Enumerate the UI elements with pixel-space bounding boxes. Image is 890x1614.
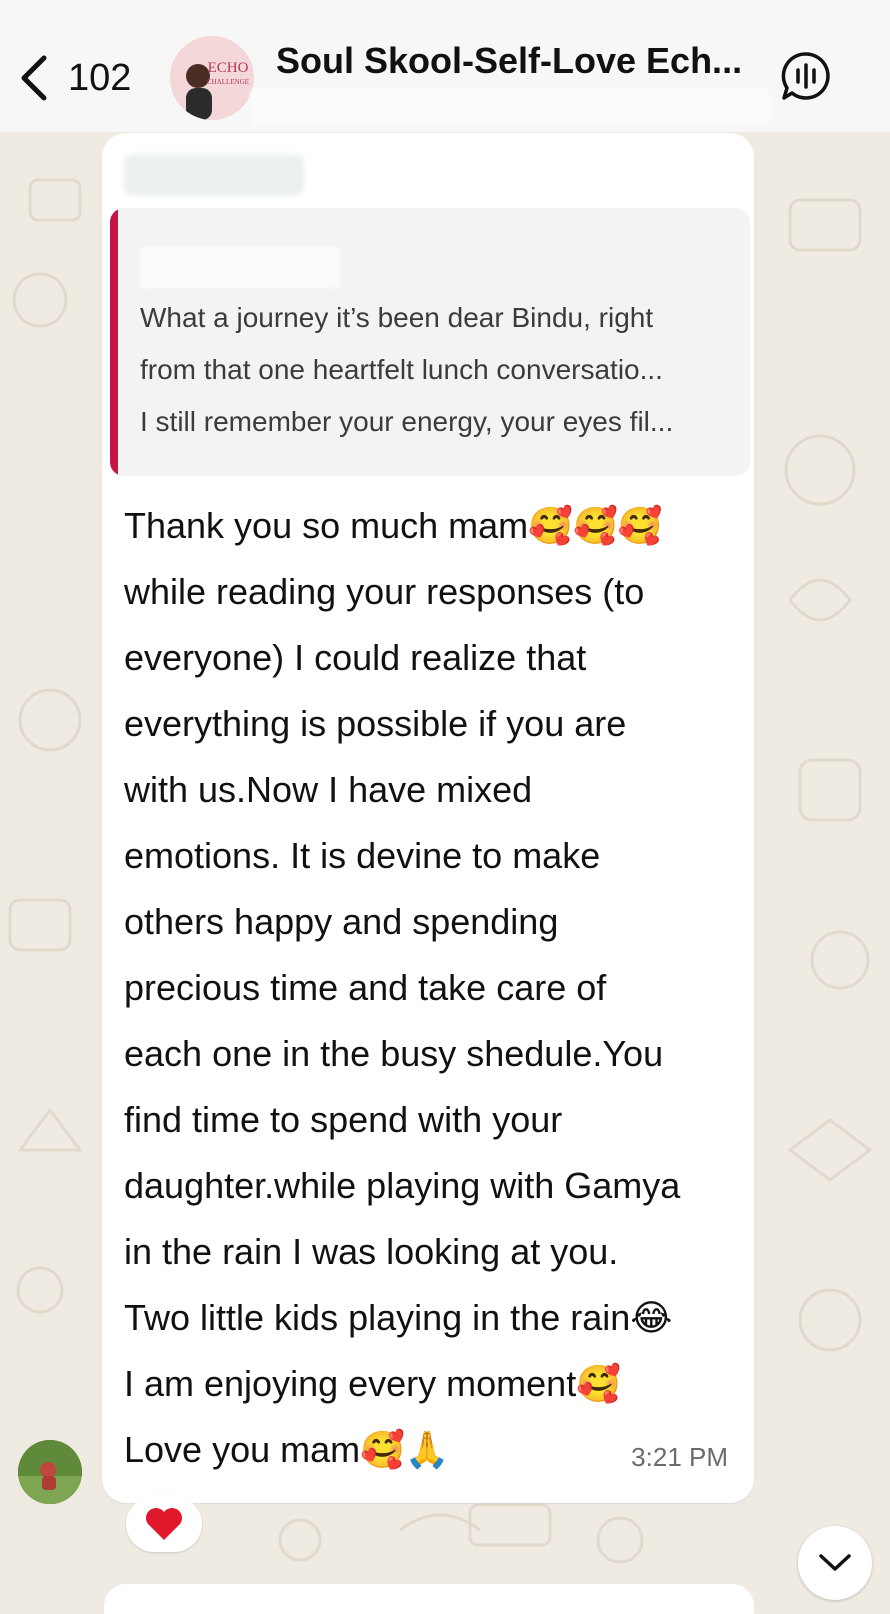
- message-line: with us.Now I have mixed: [124, 769, 533, 810]
- quoted-line: from that one heartfelt lunch conversati…: [140, 354, 663, 385]
- sender-name-redacted: [124, 155, 304, 195]
- message-line: precious time and take care of: [124, 967, 607, 1008]
- message-line: I am enjoying every moment🥰: [124, 1363, 622, 1404]
- back-button[interactable]: 102: [14, 50, 154, 106]
- chevron-down-icon: [819, 1554, 851, 1571]
- message-line: Two little kids playing in the rain😂: [124, 1297, 673, 1338]
- voice-chat-button[interactable]: [780, 50, 832, 102]
- quoted-sender-redacted: [140, 246, 340, 288]
- heart-icon: [146, 1508, 182, 1540]
- message-line: emotions. It is devine to make: [124, 835, 601, 876]
- message-line: everyone) I could realize that: [124, 637, 587, 678]
- message-text: Thank you so much mam🥰🥰🥰 while reading y…: [124, 493, 744, 1483]
- message-line: each one in the busy shedule.You: [124, 1033, 664, 1074]
- voice-chat-icon: [781, 52, 830, 100]
- message-line: everything is possible if you are: [124, 703, 627, 744]
- sender-photo: [18, 1440, 82, 1504]
- next-message-bubble-edge: [104, 1584, 754, 1614]
- avatar-echo-text: ECHO: [208, 60, 249, 76]
- message-line: Thank you so much mam🥰🥰🥰: [124, 505, 663, 546]
- quoted-message[interactable]: What a journey it’s been dear Bindu, rig…: [110, 208, 750, 476]
- quoted-line: What a journey it’s been dear Bindu, rig…: [140, 302, 654, 333]
- quoted-line: I still remember your energy, your eyes …: [140, 406, 674, 437]
- reaction-badge[interactable]: [126, 1496, 202, 1552]
- chat-subtitle-redacted: [250, 88, 770, 126]
- scroll-to-bottom-button[interactable]: [798, 1526, 872, 1600]
- message-line: find time to spend with your: [124, 1099, 563, 1140]
- message-line: in the rain I was looking at you.: [124, 1231, 619, 1272]
- sender-avatar[interactable]: [18, 1440, 82, 1504]
- message-bubble[interactable]: What a journey it’s been dear Bindu, rig…: [102, 133, 754, 1503]
- chat-title[interactable]: Soul Skool-Self-Love Ech...: [276, 40, 746, 82]
- chevron-left-icon: [21, 55, 47, 101]
- chat-header: 102 ECHO CHALLENGE Soul Skool-Self-Love …: [0, 0, 890, 132]
- message-timestamp: 3:21 PM: [631, 1442, 728, 1472]
- group-logo-image: ECHO CHALLENGE: [170, 36, 254, 120]
- avatar-challenge-text: CHALLENGE: [207, 78, 249, 86]
- quote-accent-bar: [110, 208, 118, 476]
- message-line: daughter.while playing with Gamya: [124, 1165, 681, 1206]
- group-avatar[interactable]: ECHO CHALLENGE: [170, 36, 254, 120]
- message-line: others happy and spending: [124, 901, 559, 942]
- unread-count: 102: [68, 56, 132, 99]
- message-line: while reading your responses (to: [124, 571, 645, 612]
